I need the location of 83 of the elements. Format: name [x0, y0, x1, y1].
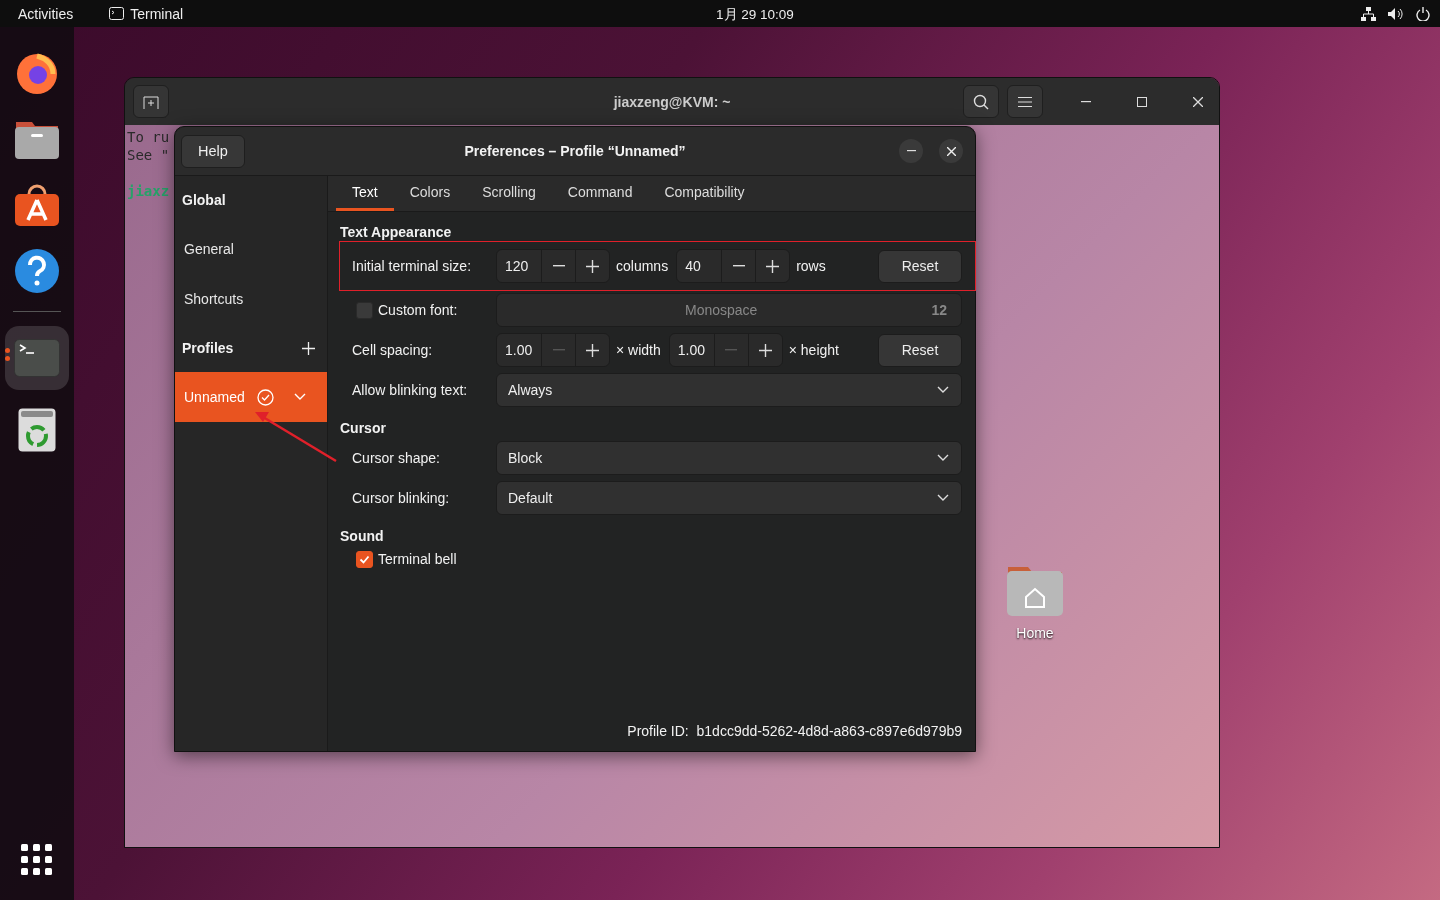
new-tab-button[interactable] [133, 85, 169, 118]
firefox-logo-icon [15, 51, 59, 95]
new-tab-icon [143, 94, 159, 109]
dropdown[interactable]: Default [496, 481, 962, 515]
chevron-down-icon [937, 454, 949, 462]
profile-id: Profile ID: b1dcc9dd-5262-4d8d-a863-c897e6d979b9 [626, 723, 962, 739]
menu-button[interactable] [1007, 85, 1043, 118]
number-spinner[interactable]: 40 [676, 249, 791, 283]
profile-item[interactable]: Unnamed [175, 372, 327, 422]
close-icon [946, 146, 956, 156]
search-icon [973, 93, 989, 110]
shopping-bag-icon [14, 182, 60, 228]
close-button[interactable] [939, 139, 963, 163]
tab[interactable]: Text [336, 176, 394, 211]
checkbox[interactable] [356, 550, 373, 568]
help-button[interactable]: Help [181, 134, 245, 168]
maximize-icon [1137, 96, 1147, 107]
terminal-text: See " [127, 146, 170, 164]
checkbox-label: Terminal bell [378, 551, 457, 567]
search-button[interactable] [963, 85, 999, 118]
clock[interactable]: 1月 29 10:09 [716, 6, 794, 24]
window-title: jiaxzeng@KVM: ~ [613, 93, 731, 110]
unit-label: rows [796, 258, 826, 274]
power-icon[interactable] [1416, 6, 1430, 21]
tab[interactable]: Command [551, 176, 649, 211]
home-folder-icon[interactable] [1006, 565, 1064, 617]
minimize-icon [906, 150, 916, 152]
desktop-icon-label: Home [1016, 625, 1054, 641]
sidebar-item[interactable]: Shortcuts [175, 274, 327, 324]
dropdown[interactable]: Block [496, 441, 962, 475]
tab[interactable]: Compatibility [648, 176, 761, 211]
field-label: Allow blinking text: [352, 382, 469, 398]
app-menu[interactable]: Terminal [109, 5, 184, 22]
terminal-icon [14, 339, 60, 377]
minimize-icon [1081, 100, 1091, 103]
field-label: Initial terminal size: [352, 258, 473, 274]
reset-button[interactable]: Reset [878, 249, 962, 283]
field-label: Cursor blinking: [352, 490, 451, 506]
terminal-text: To ru [127, 128, 170, 146]
field-label: Cursor shape: [352, 450, 441, 466]
prompt-text: jiaxz [127, 182, 170, 200]
help-icon [14, 248, 60, 294]
dropdown[interactable]: Always [496, 373, 962, 407]
activities-button[interactable]: Activities [18, 5, 74, 22]
minus-icon [552, 349, 565, 351]
trash-icon [18, 408, 56, 452]
close-icon [1193, 96, 1203, 107]
number-spinner[interactable]: 120 [496, 249, 610, 283]
chevron-down-icon [937, 386, 949, 394]
plus-icon [766, 259, 780, 273]
network-icon[interactable] [1361, 6, 1376, 21]
checkbox-label: Custom font: [378, 302, 458, 318]
number-spinner[interactable]: 1.00 [496, 333, 610, 367]
sidebar-item[interactable]: General [175, 224, 327, 274]
section-heading: Sound [340, 528, 385, 544]
checkbox[interactable] [356, 301, 373, 319]
minus-icon [552, 265, 565, 267]
section-heading: Text Appearance [340, 224, 453, 240]
tab[interactable]: Scrolling [466, 176, 552, 211]
sidebar-heading: Global [182, 192, 226, 208]
plus-icon [586, 343, 599, 357]
unit-label: columns [616, 258, 669, 274]
field-label: Cell spacing: [352, 342, 434, 358]
terminal-icon [109, 7, 125, 20]
sidebar-heading: Profiles [182, 340, 234, 356]
chevron-down-icon [293, 393, 306, 401]
plus-icon [586, 259, 599, 273]
tab[interactable]: Colors [393, 176, 467, 211]
minus-icon [732, 265, 745, 267]
add-icon[interactable] [302, 341, 315, 355]
reset-button[interactable]: Reset [878, 333, 962, 367]
app-grid-icon [21, 844, 53, 876]
number-spinner[interactable]: 1.00 [668, 333, 783, 367]
minus-icon [725, 349, 738, 351]
chevron-down-icon [937, 494, 949, 502]
volume-icon[interactable] [1388, 6, 1404, 21]
dialog-title: Preferences – Profile “Unnamed” [464, 143, 686, 159]
section-heading: Cursor [340, 420, 387, 436]
menu-icon [1018, 96, 1032, 107]
unit-label: × height [788, 342, 839, 358]
unit-label: × width [616, 342, 661, 358]
plus-icon [758, 343, 772, 357]
check-icon [359, 553, 370, 565]
